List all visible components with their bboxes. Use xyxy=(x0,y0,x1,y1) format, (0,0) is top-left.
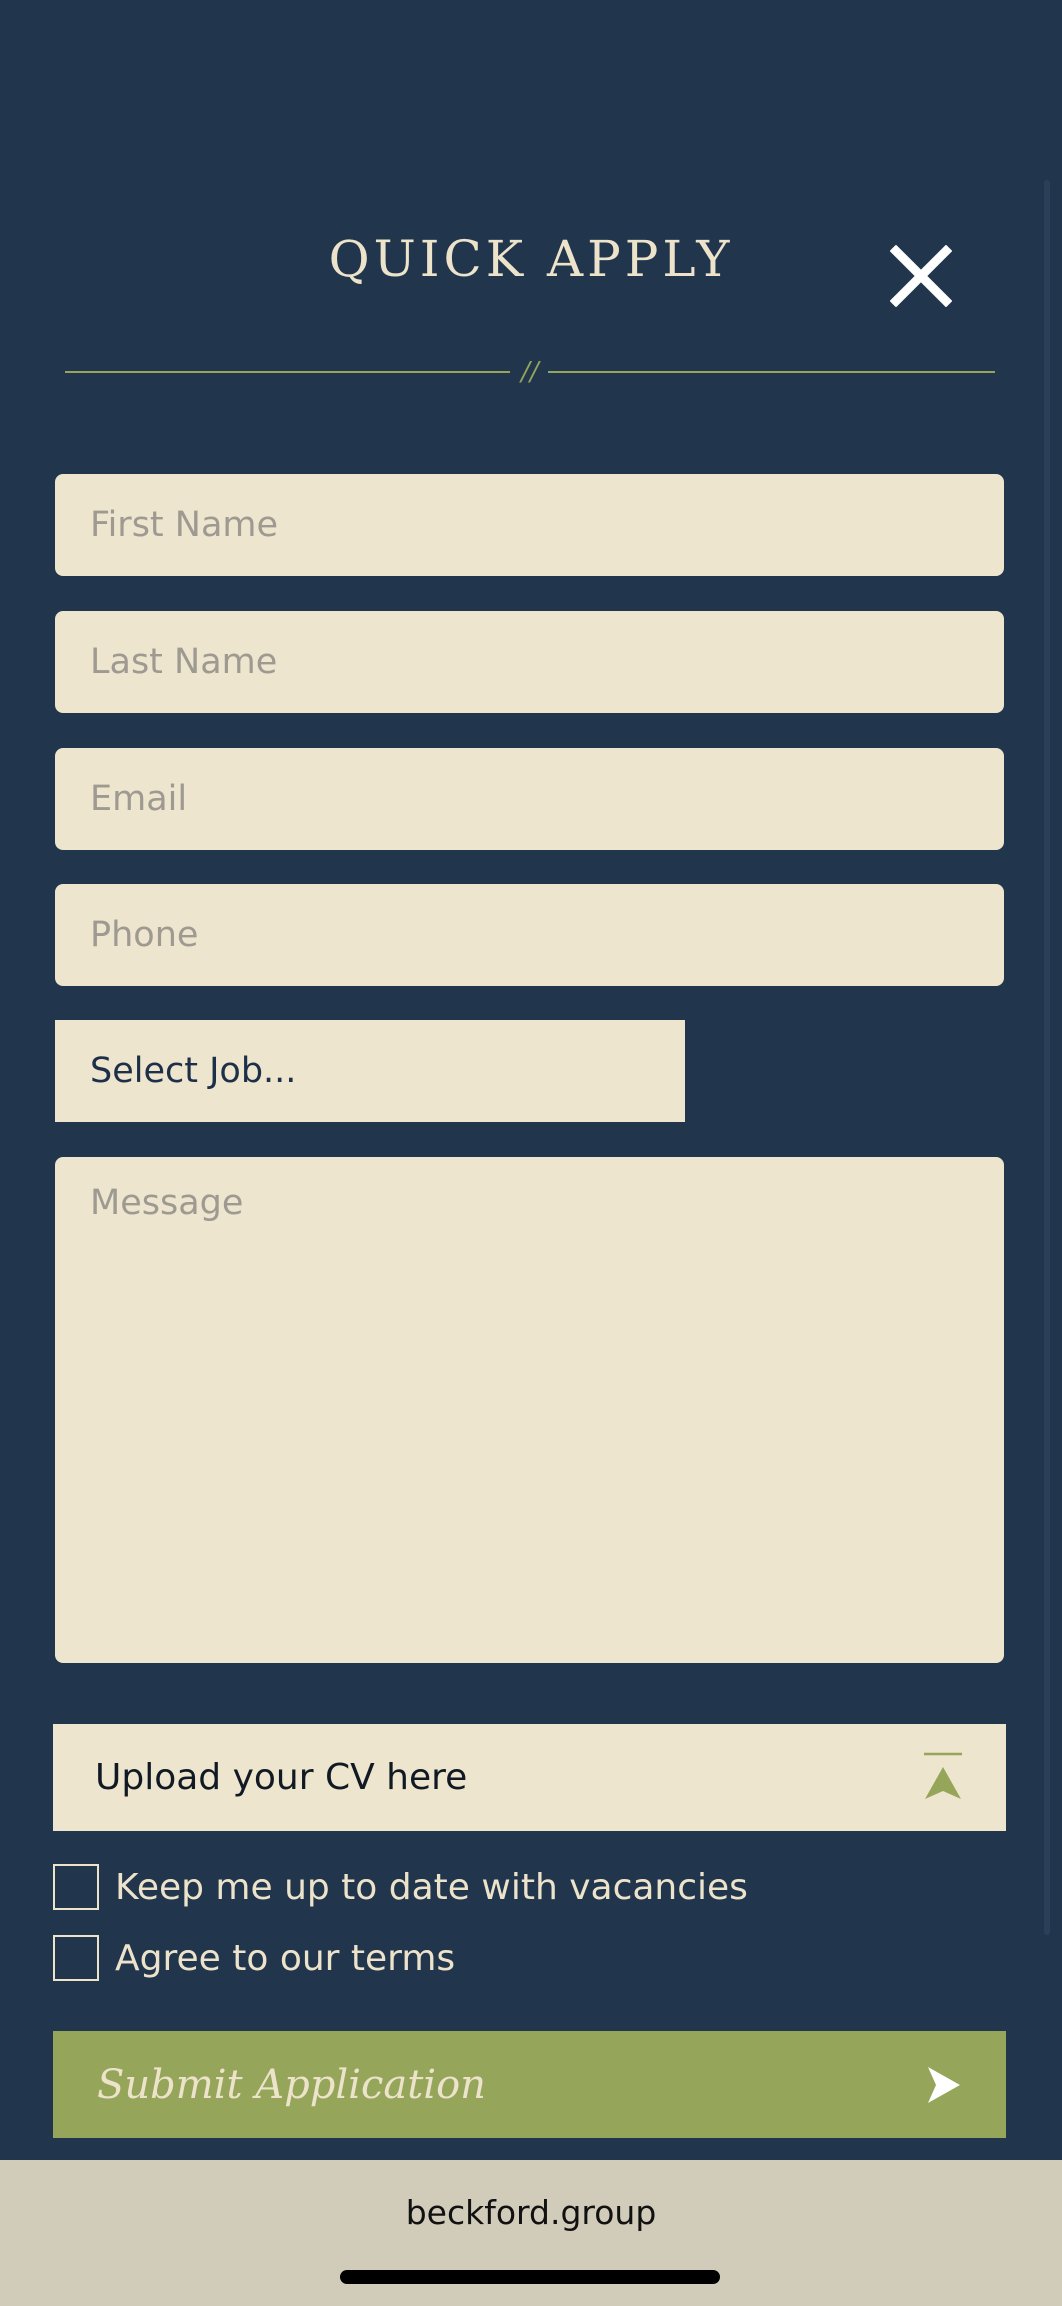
cv-upload-button[interactable]: Upload your CV here xyxy=(53,1724,1006,1831)
close-button[interactable] xyxy=(889,244,953,308)
scrollbar[interactable] xyxy=(1044,180,1050,1935)
divider-glyph: // xyxy=(518,357,541,386)
upload-icon xyxy=(924,1752,962,1799)
browser-bottom-bar xyxy=(0,2160,1062,2306)
message-textarea[interactable]: Message xyxy=(55,1157,1004,1663)
vacancies-checkbox[interactable] xyxy=(53,1864,99,1910)
phone-field[interactable]: Phone xyxy=(55,884,1004,986)
phone-placeholder: Phone xyxy=(90,915,199,955)
job-select[interactable]: Select Job... xyxy=(55,1020,685,1122)
submit-application-button[interactable]: Submit Application xyxy=(53,2031,1006,2138)
email-field[interactable]: Email xyxy=(55,748,1004,850)
terms-checkbox-row[interactable]: Agree to our terms xyxy=(53,1933,455,1983)
submit-label: Submit Application xyxy=(97,2061,486,2108)
terms-checkbox[interactable] xyxy=(53,1935,99,1981)
job-select-value: Select Job... xyxy=(90,1051,297,1091)
vacancies-checkbox-label: Keep me up to date with vacancies xyxy=(115,1866,748,1908)
send-arrow-icon xyxy=(928,2066,960,2103)
cv-upload-label: Upload your CV here xyxy=(95,1757,468,1798)
terms-checkbox-label: Agree to our terms xyxy=(115,1937,456,1979)
first-name-placeholder: First Name xyxy=(90,505,279,545)
last-name-placeholder: Last Name xyxy=(90,642,278,682)
title-divider: // xyxy=(65,357,995,386)
email-placeholder: Email xyxy=(90,779,188,819)
message-placeholder: Message xyxy=(90,1183,244,1223)
home-indicator[interactable] xyxy=(340,2270,720,2284)
last-name-field[interactable]: Last Name xyxy=(55,611,1004,713)
close-icon xyxy=(889,244,953,308)
browser-url[interactable]: beckford.group xyxy=(0,2193,1062,2232)
first-name-field[interactable]: First Name xyxy=(55,474,1004,576)
vacancies-checkbox-row[interactable]: Keep me up to date with vacancies xyxy=(53,1862,748,1912)
